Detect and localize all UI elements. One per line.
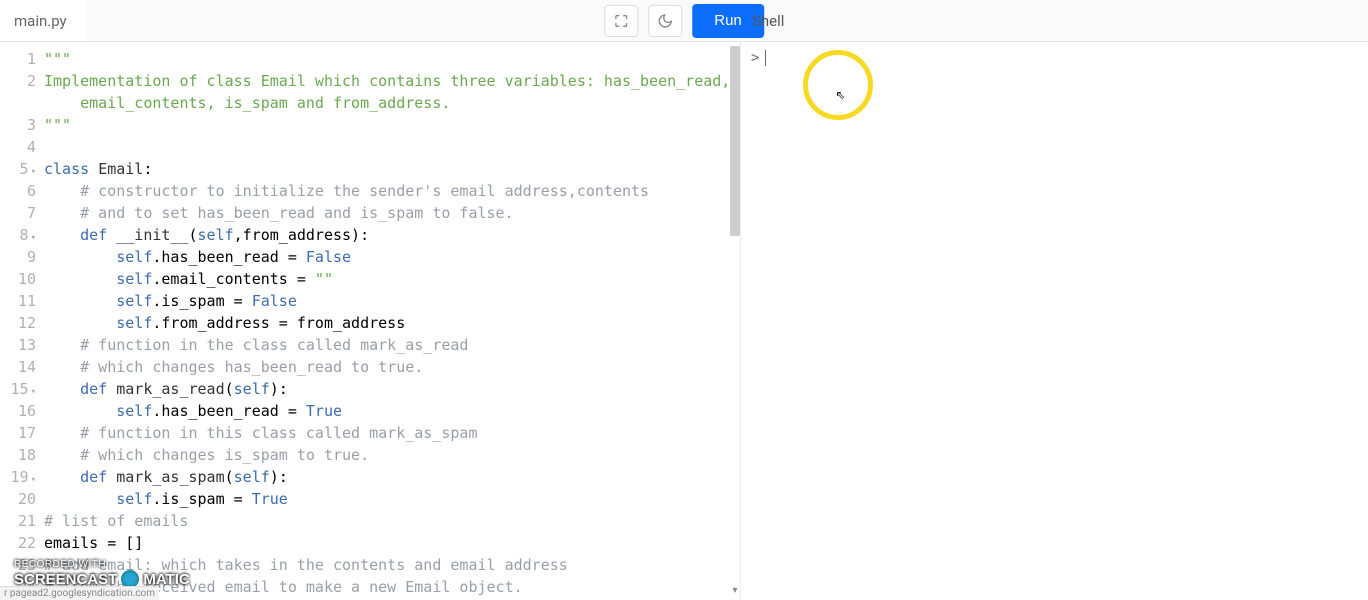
mouse-cursor-icon: ⇖ [836, 84, 846, 103]
shell-prompt: > [751, 50, 1358, 66]
line-number: 16 [0, 400, 36, 422]
code-line[interactable]: # and to set has_been_read and is_spam t… [44, 202, 730, 224]
line-number: 10 [0, 268, 36, 290]
line-number: 2 [0, 70, 36, 92]
code-line[interactable]: class Email: [44, 158, 730, 180]
toolbar-center: Run [604, 4, 764, 38]
line-number: 14 [0, 356, 36, 378]
code-line[interactable]: # constructor to initialize the sender's… [44, 180, 730, 202]
code-line[interactable]: def __init__(self,from_address): [44, 224, 730, 246]
code-line[interactable]: email_contents, is_spam and from_address… [44, 92, 730, 114]
line-number: 4 [0, 136, 36, 158]
line-number: 9 [0, 246, 36, 268]
filename-tab[interactable]: main.py [0, 0, 87, 41]
scroll-thumb[interactable] [730, 46, 740, 236]
line-number: 22 [0, 532, 36, 554]
fullscreen-button[interactable] [604, 5, 638, 37]
shell-panel[interactable]: > ⇖ [740, 42, 1368, 600]
code-content[interactable]: """Implementation of class Email which c… [44, 42, 730, 598]
line-number: 6 [0, 180, 36, 202]
code-line[interactable]: # function in the class called mark_as_r… [44, 334, 730, 356]
code-line[interactable]: self.from_address = from_address [44, 312, 730, 334]
top-toolbar: main.py Run Shell [0, 0, 1368, 42]
line-number: 21 [0, 510, 36, 532]
code-line[interactable]: # which changes is_spam to true. [44, 444, 730, 466]
prompt-symbol: > [751, 50, 759, 66]
code-line[interactable]: # function in this class called mark_as_… [44, 422, 730, 444]
code-line[interactable]: Implementation of class Email which cont… [44, 70, 730, 92]
line-number: 20 [0, 488, 36, 510]
line-number: 8 [0, 224, 36, 246]
shell-tab[interactable]: Shell [752, 12, 784, 30]
line-number: 3 [0, 114, 36, 136]
text-cursor [765, 50, 766, 66]
scroll-down-icon[interactable]: ▾ [730, 586, 740, 596]
code-line[interactable]: self.is_spam = True [44, 488, 730, 510]
watermark-brand-a: SCREENCAST [14, 571, 117, 588]
line-number: 17 [0, 422, 36, 444]
line-number: 5 [0, 158, 36, 180]
expand-icon [613, 13, 629, 29]
code-line[interactable]: """ [44, 114, 730, 136]
line-number: 19 [0, 466, 36, 488]
code-line[interactable]: self.has_been_read = False [44, 246, 730, 268]
line-number: 11 [0, 290, 36, 312]
recording-watermark: RECORDED WITH SCREENCAST MATIC [14, 559, 190, 588]
line-number: 7 [0, 202, 36, 224]
moon-icon [657, 13, 673, 29]
code-line[interactable]: self.has_been_read = True [44, 400, 730, 422]
line-number: 18 [0, 444, 36, 466]
line-number: 13 [0, 334, 36, 356]
main-area: 123456789101112131415161718192021222324 … [0, 42, 1368, 600]
status-bar: r pagead2.googlesyndication.com [0, 586, 159, 600]
line-number: 1 [0, 48, 36, 70]
code-line[interactable]: self.email_contents = "" [44, 268, 730, 290]
theme-toggle-button[interactable] [648, 5, 682, 37]
code-line[interactable]: # list of emails [44, 510, 730, 532]
editor-scrollbar[interactable]: ▴ ▾ [730, 46, 740, 596]
line-number [0, 92, 36, 114]
code-line[interactable]: """ [44, 48, 730, 70]
code-line[interactable]: self.is_spam = False [44, 290, 730, 312]
line-gutter: 123456789101112131415161718192021222324 [0, 42, 44, 598]
line-number: 15 [0, 378, 36, 400]
code-line[interactable]: def mark_as_read(self): [44, 378, 730, 400]
code-editor[interactable]: 123456789101112131415161718192021222324 … [0, 42, 740, 600]
code-line[interactable]: def mark_as_spam(self): [44, 466, 730, 488]
code-line[interactable] [44, 136, 730, 158]
watermark-brand-b: MATIC [143, 571, 189, 588]
watermark-line1: RECORDED WITH [14, 559, 190, 570]
line-number: 12 [0, 312, 36, 334]
code-line[interactable]: emails = [] [44, 532, 730, 554]
code-line[interactable]: # which changes has_been_read to true. [44, 356, 730, 378]
